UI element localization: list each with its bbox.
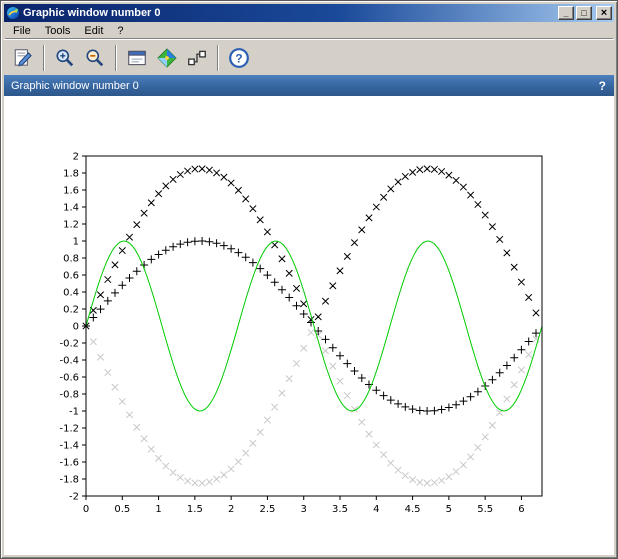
svg-text:0: 0 [73,322,79,333]
panel-help-button[interactable]: ? [599,79,606,93]
menu-file[interactable]: File [6,24,38,38]
svg-text:?: ? [235,51,242,65]
svg-text:0.6: 0.6 [63,271,79,282]
svg-text:1: 1 [73,237,79,248]
svg-text:-1.6: -1.6 [59,458,79,469]
menu-edit[interactable]: Edit [77,24,110,38]
menu-help[interactable]: ? [110,24,130,38]
menu-tools[interactable]: Tools [38,24,78,38]
svg-text:1.8: 1.8 [63,169,79,180]
plot-svg: 0 0.5 1 1.5 2 2.5 3 3.5 4 4.5 5 5.5 6 2 1.8 1.6 1.4 1.2 1 0… [4,96,614,555]
svg-text:6: 6 [518,504,524,515]
svg-text:1.6: 1.6 [63,186,79,197]
export-icon [12,47,34,69]
svg-text:-1.4: -1.4 [59,441,79,452]
svg-text:-2: -2 [69,492,79,503]
panel-titlebar[interactable]: Graphic window number 0 ? [4,75,614,96]
rotate-3d-button[interactable] [152,44,182,72]
svg-text:0.8: 0.8 [63,254,79,265]
close-button[interactable]: × [596,6,612,20]
titlebar[interactable]: Graphic window number 0 _ □ × [4,4,614,22]
toolbar-separator [217,45,219,71]
svg-text:1: 1 [155,504,161,515]
rotate-3d-icon [156,47,178,69]
svg-text:4: 4 [373,504,379,515]
menubar: File Tools Edit ? [4,22,614,39]
minimize-button[interactable]: _ [558,6,574,20]
svg-text:2: 2 [73,152,79,163]
plot-canvas[interactable]: 0 0.5 1 1.5 2 2.5 3 3.5 4 4.5 5 5.5 6 2 1.8 1.6 1.4 1.2 1 0… [4,96,614,555]
window-title: Graphic window number 0 [23,7,555,19]
unzoom-button[interactable] [80,44,110,72]
figure-editor-icon [126,47,148,69]
svg-text:1.4: 1.4 [63,203,79,214]
panel-title: Graphic window number 0 [11,80,599,92]
entity-picker-button[interactable] [182,44,212,72]
svg-text:-0.8: -0.8 [59,390,79,401]
svg-text:5.5: 5.5 [477,504,493,515]
zoom-in-button[interactable] [50,44,80,72]
svg-text:3.5: 3.5 [332,504,348,515]
svg-text:-1.8: -1.8 [59,475,79,486]
figure-editor-button[interactable] [122,44,152,72]
svg-text:3: 3 [301,504,307,515]
svg-text:2.5: 2.5 [259,504,275,515]
svg-text:1.2: 1.2 [63,220,79,231]
svg-text:-0.2: -0.2 [59,339,79,350]
svg-text:-0.6: -0.6 [59,373,79,384]
svg-text:0.2: 0.2 [63,305,79,316]
toolbar-separator [43,45,45,71]
svg-text:2: 2 [228,504,234,515]
window-controls: _ □ × [558,6,612,20]
svg-text:-1: -1 [69,407,79,418]
toolbar-separator [115,45,117,71]
unzoom-icon [84,47,106,69]
svg-text:1.5: 1.5 [187,504,203,515]
entity-picker-icon [186,47,208,69]
maximize-button[interactable]: □ [576,6,592,20]
svg-text:5: 5 [446,504,452,515]
export-button[interactable] [8,44,38,72]
toolbar: ? [4,39,614,75]
svg-text:-1.2: -1.2 [59,424,79,435]
svg-text:0.5: 0.5 [114,504,130,515]
svg-text:0: 0 [83,504,89,515]
svg-text:0.4: 0.4 [63,288,79,299]
svg-text:-0.4: -0.4 [59,356,79,367]
help-button[interactable]: ? [224,44,254,72]
graphic-window: Graphic window number 0 _ □ × File Tools… [0,0,618,559]
svg-text:4.5: 4.5 [405,504,421,515]
zoom-in-icon [54,47,76,69]
app-icon [6,6,20,20]
help-icon: ? [228,47,250,69]
